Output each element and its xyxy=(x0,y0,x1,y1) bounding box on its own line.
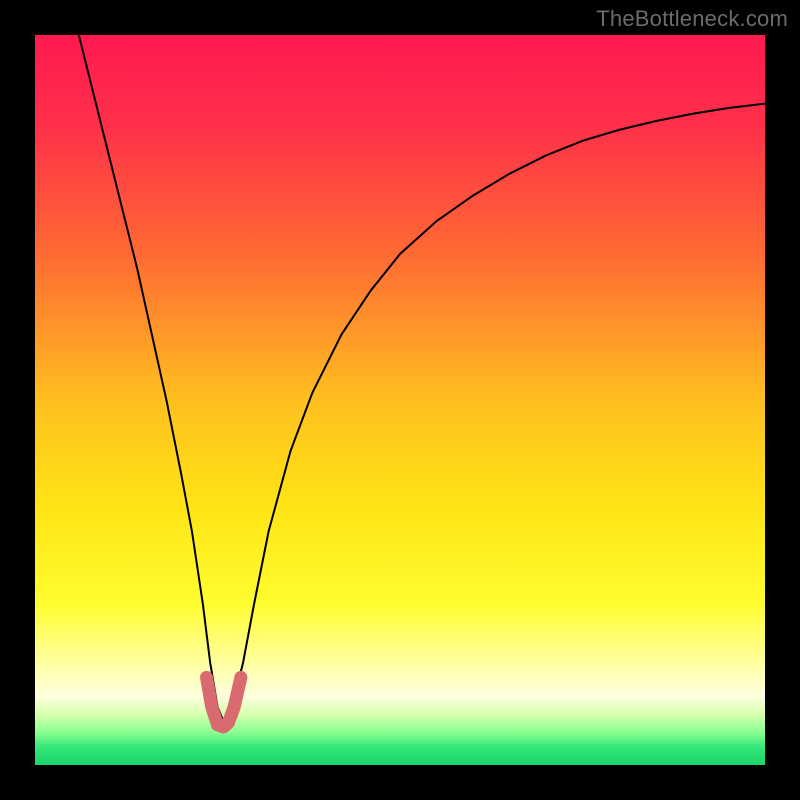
bottleneck-chart xyxy=(35,35,765,765)
watermark-text: TheBottleneck.com xyxy=(596,6,788,32)
chart-frame: TheBottleneck.com xyxy=(0,0,800,800)
gradient-background xyxy=(35,35,765,765)
